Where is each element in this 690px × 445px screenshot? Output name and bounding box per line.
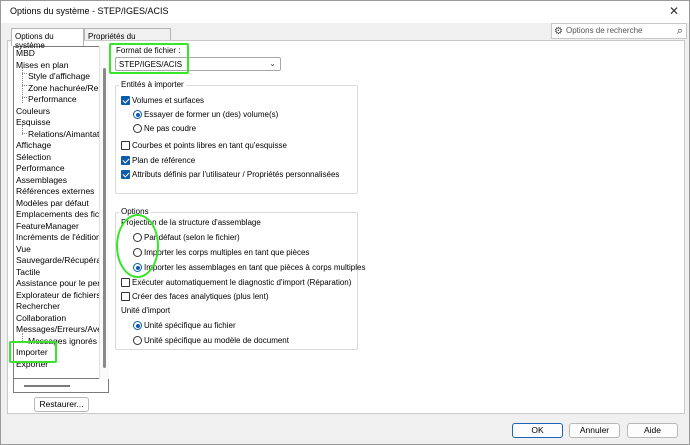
attributes-label: Attributs définis par l'utilisateur / Pr…	[132, 170, 340, 179]
no-sew-label: Ne pas coudre	[144, 124, 197, 133]
tree-item-messages-errors[interactable]: Messages/Erreurs/Avert	[16, 324, 107, 335]
gear-icon[interactable]: ⚙	[554, 25, 563, 38]
try-form-label: Essayer de former un (des) volume(s)	[144, 110, 279, 119]
chevron-down-icon: ⌄	[269, 59, 276, 68]
tree-item-performance[interactable]: Performance	[16, 163, 65, 174]
cancel-button[interactable]: Annuler	[569, 423, 620, 438]
run-diagnostics-label: Exécuter automatiquement le diagnostic d…	[132, 278, 352, 287]
tree-item-default-templates[interactable]: Modèles par défaut	[16, 198, 89, 209]
search-icon[interactable]: ⌕	[677, 24, 683, 38]
curves-checkbox[interactable]	[121, 141, 130, 150]
tree-item-selection[interactable]: Sélection	[16, 152, 51, 163]
volumes-checkbox[interactable]	[121, 96, 130, 105]
tree-item-spin-box-increments[interactable]: Incréments de l'édition d	[16, 232, 108, 243]
search-placeholder: Options de recherche	[566, 26, 643, 35]
tree-item-backup-recover[interactable]: Sauvegarde/Récupératio	[16, 255, 108, 266]
tree-item-file-locations[interactable]: Emplacements des fichi	[16, 209, 106, 220]
mapping-highlight-ellipse	[116, 214, 159, 278]
ref-plane-checkbox[interactable]	[121, 156, 130, 165]
tree-item-hole-wizard[interactable]: Assistance pour le perça	[16, 278, 108, 289]
unit-file-label: Unité spécifique au fichier	[144, 321, 236, 330]
volumes-label: Volumes et surfaces	[132, 96, 205, 105]
tree-connector	[22, 85, 27, 86]
close-icon[interactable]: ✕	[665, 3, 683, 19]
try-form-radio[interactable]	[133, 110, 142, 119]
format-highlight	[109, 43, 189, 74]
unit-label: Unité d'import	[121, 306, 171, 315]
curves-label: Courbes et points libres en tant qu'esqu…	[132, 141, 287, 150]
unit-template-radio[interactable]	[133, 336, 142, 345]
ok-button[interactable]: OK	[512, 423, 563, 438]
tab-system-options[interactable]: Options du système	[11, 28, 84, 50]
run-diagnostics-checkbox[interactable]	[121, 278, 130, 287]
no-sew-radio[interactable]	[133, 124, 142, 133]
tree-item-drawings[interactable]: Mises en plan	[16, 60, 68, 71]
tree-item-featuremanager[interactable]: FeatureManager	[16, 221, 79, 232]
options-dialog: Options du système - STEP/IGES/ACIS ✕ Op…	[0, 0, 690, 445]
tree-item-relations-snaps[interactable]: Relations/Aimantati	[28, 129, 101, 140]
tree-item-area-hatch[interactable]: Zone hachurée/Rem	[28, 83, 106, 94]
tree-item-view[interactable]: Vue	[16, 244, 31, 255]
options-tree[interactable]: MBD Mises en plan Style d'affichage Zone…	[13, 46, 109, 379]
restore-button[interactable]: Restaurer...	[34, 397, 89, 412]
unit-template-label: Unité spécifique au modèle de document	[144, 336, 289, 345]
tree-item-file-explorer[interactable]: Explorateur de fichiers	[16, 290, 101, 301]
scrollbar-thumb[interactable]	[103, 68, 106, 368]
search-input[interactable]: ⚙ Options de recherche ⌕	[551, 23, 687, 39]
tree-item-search[interactable]: Rechercher	[16, 301, 60, 312]
tree-item-sketch[interactable]: Esquisse	[16, 117, 51, 128]
entities-group-title: Entités à importer	[119, 80, 186, 89]
tree-horizontal-scrollbar[interactable]	[13, 379, 109, 393]
tree-connector	[22, 73, 27, 74]
tree-item-collaboration[interactable]: Collaboration	[16, 313, 66, 324]
title-bar: Options du système - STEP/IGES/ACIS ✕	[1, 1, 689, 23]
attributes-checkbox[interactable]	[121, 170, 130, 179]
ref-plane-label: Plan de référence	[132, 156, 196, 165]
tree-connector	[22, 133, 27, 134]
tree-item-external-references[interactable]: Références externes	[16, 186, 94, 197]
window-title: Options du système - STEP/IGES/ACIS	[10, 6, 169, 16]
analytic-faces-checkbox[interactable]	[121, 292, 130, 301]
import-highlight	[9, 341, 57, 363]
tree-item-colors[interactable]: Couleurs	[16, 106, 50, 117]
tree-item-drawing-performance[interactable]: Performance	[28, 94, 77, 105]
scrollbar-thumb[interactable]	[24, 385, 70, 387]
tree-item-display[interactable]: Affichage	[16, 140, 51, 151]
mapping-multibody-label: Importer les corps multiples en tant que…	[144, 248, 310, 257]
tree-connector	[22, 97, 27, 98]
tree-item-touch[interactable]: Tactile	[16, 267, 40, 278]
mapping-assemblies-label: Importer les assemblages en tant que piè…	[144, 263, 366, 272]
tree-item-assemblies[interactable]: Assemblages	[16, 175, 67, 186]
help-button[interactable]: Aide	[627, 423, 678, 438]
tree-vertical-scrollbar[interactable]	[99, 46, 109, 379]
analytic-faces-label: Créer des faces analytiques (plus lent)	[132, 292, 269, 301]
tree-item-display-style[interactable]: Style d'affichage	[28, 71, 90, 82]
unit-file-radio[interactable]	[133, 321, 142, 330]
